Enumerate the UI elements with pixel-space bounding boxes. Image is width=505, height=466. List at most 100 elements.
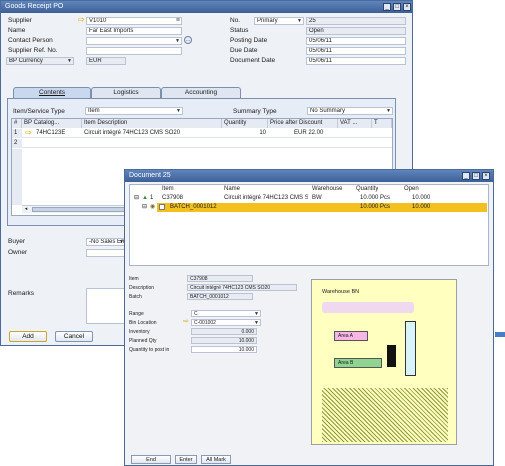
row-bp-catalog: 74HC123E <box>36 130 66 136</box>
col-header-name[interactable]: Name <box>222 185 240 194</box>
tree-row-quantity: 10.000 Pcs <box>360 195 391 201</box>
goods-receipt-titlebar: Goods Receipt PO <box>1 1 412 13</box>
col-header-quantity[interactable]: Quantity <box>354 185 378 194</box>
doc-maximize-button[interactable]: □ <box>472 172 480 180</box>
col-header-warehouse[interactable]: Warehouse <box>310 185 342 194</box>
supplier-link-arrow-icon[interactable]: ⇨ <box>78 15 85 24</box>
warehouse-map: Warehouse BN Area A Area B <box>311 279 457 445</box>
col-header-num[interactable]: # <box>12 119 22 128</box>
all-mark-button[interactable]: All Mark <box>201 455 231 464</box>
posting-date-field[interactable]: 05/06/11 <box>306 37 406 45</box>
document-date-field[interactable]: 05/06/11 <box>306 57 406 65</box>
storage-rack-cyan[interactable] <box>405 321 416 376</box>
area-a[interactable]: Area A <box>334 331 368 341</box>
col-header-price[interactable]: Price after Discount <box>268 119 338 128</box>
maximize-button[interactable]: □ <box>393 3 401 11</box>
bin-link-arrow-icon[interactable]: ⇨ <box>183 317 189 325</box>
enter-button[interactable]: Enter <box>175 455 197 464</box>
contact-person-field[interactable] <box>86 37 182 45</box>
detail-description-field: Circuit intégré 74HC123 CMS SO20 <box>187 284 297 291</box>
tab-accounting[interactable]: Accounting <box>161 87 241 98</box>
document-title: Document 25 <box>129 172 171 179</box>
col-header-bp-catalog[interactable]: BP Catalog... <box>22 119 82 128</box>
owner-label: Owner <box>8 249 28 256</box>
range-select[interactable]: C <box>191 310 261 317</box>
batch-checkbox[interactable] <box>159 204 165 210</box>
detail-post-label: Quantity to post in <box>129 347 170 353</box>
col-header-vat[interactable]: VAT ... <box>338 119 372 128</box>
tab-logistics[interactable]: Logistics <box>91 87 161 98</box>
col-header-open[interactable]: Open <box>402 185 419 194</box>
status-field: Open <box>306 27 406 35</box>
doc-minimize-button[interactable]: _ <box>462 172 470 180</box>
col-header-item[interactable]: Item <box>160 185 174 194</box>
cancel-button[interactable]: Cancel <box>55 331 93 342</box>
area-a-label: Area A <box>338 333 354 339</box>
summary-type-label: Summary Type <box>233 108 277 115</box>
warehouse-top-zone <box>322 302 414 313</box>
tree-row-batch[interactable]: ⊟ ◉ BATCH_0001012 10.000 Pcs 10.000 <box>130 203 488 213</box>
remarks-textarea[interactable] <box>86 288 126 324</box>
col-header-t[interactable]: T <box>372 119 392 128</box>
tree-row-item-code: C37908 <box>162 195 184 201</box>
number-label: No. <box>230 17 241 24</box>
inventory-field: 0.000 <box>191 328 257 335</box>
bp-currency-select[interactable]: BP Currency <box>6 57 74 65</box>
document-number-field[interactable]: 25 <box>306 17 406 25</box>
add-button[interactable]: Add <box>9 331 47 342</box>
detail-inventory-label: Inventory <box>129 329 150 335</box>
doc-close-button[interactable]: × <box>482 172 490 180</box>
supplier-ref-label: Supplier Ref. No. <box>8 47 58 54</box>
batch-icon: ◉ <box>150 204 156 210</box>
table-row[interactable]: 2 <box>12 139 392 148</box>
batch-code: BATCH_0001012 <box>170 204 217 210</box>
col-header-item-description[interactable]: Item Description <box>82 119 222 128</box>
warehouse-title: Warehouse BN <box>322 289 360 295</box>
area-b[interactable]: Area B <box>334 358 382 368</box>
end-button[interactable]: End <box>131 455 171 464</box>
batch-open: 10.000 <box>412 204 431 210</box>
document-titlebar: Document 25 <box>125 170 493 182</box>
buyer-select[interactable]: -No Sales Em <box>86 238 126 246</box>
name-field[interactable]: Far East Imports <box>86 27 182 35</box>
scroll-left-icon[interactable]: ◂ <box>22 206 30 213</box>
due-date-field[interactable]: 05/06/11 <box>306 47 406 55</box>
detail-description-label: Description <box>129 285 155 291</box>
tree-row-item[interactable]: ⊟ ▲ 1 C37908 Circuit intégré 74HC123 CMS… <box>130 194 488 203</box>
col-header-quantity[interactable]: Quantity <box>222 119 268 128</box>
tree-row-warehouse: BW <box>312 195 322 201</box>
detail-item-label: Item <box>129 276 139 282</box>
detail-item-field: C37908 <box>187 275 253 282</box>
item-link-arrow-icon[interactable]: ⇨ <box>25 128 32 137</box>
batch-quantity: 10.000 Pcs <box>360 204 391 210</box>
table-row[interactable]: 1 ⇨ 74HC123E Circuit intégré 74HC123 CMS… <box>12 128 392 138</box>
supplier-ref-field[interactable] <box>86 47 182 55</box>
summary-type-select[interactable]: No Summary <box>307 107 393 115</box>
tree-row-name: Circuit intégré 74HC123 CMS SO2 <box>224 195 308 201</box>
row-item-description: Circuit intégré 74HC123 CMS SO20 <box>84 130 181 136</box>
batch-expand-icon[interactable]: ⊟ <box>140 203 147 212</box>
expand-icon[interactable]: ⊟ <box>132 194 139 203</box>
row-number: 2 <box>12 139 22 148</box>
tree-row-number: 1 <box>150 195 154 201</box>
storage-rack-black[interactable] <box>387 345 396 367</box>
minimize-button[interactable]: _ <box>383 3 391 11</box>
detail-batch-label: Batch <box>129 294 142 300</box>
tab-contents[interactable]: Contents <box>13 87 91 98</box>
bin-location-select[interactable]: C-001002 <box>191 319 261 326</box>
quantity-to-post-field[interactable]: 10.000 <box>191 346 257 353</box>
due-date-label: Due Date <box>230 47 258 54</box>
scrollbar-thumb[interactable] <box>32 207 132 212</box>
item-type-select[interactable]: Item <box>85 107 183 115</box>
contact-person-label: Contact Person <box>8 37 53 44</box>
supplier-field[interactable]: V1010 <box>86 17 182 25</box>
number-series-select[interactable]: Primary <box>254 17 304 25</box>
hatched-zone <box>322 388 448 442</box>
area-b-label: Area B <box>338 360 354 366</box>
window-title: Goods Receipt PO <box>5 3 64 10</box>
contact-details-button[interactable]: … <box>184 36 192 44</box>
close-button[interactable]: × <box>403 3 411 11</box>
owner-field[interactable] <box>86 249 126 257</box>
remarks-label: Remarks <box>8 290 35 297</box>
detail-batch-field: BATCH_0001012 <box>187 293 253 300</box>
